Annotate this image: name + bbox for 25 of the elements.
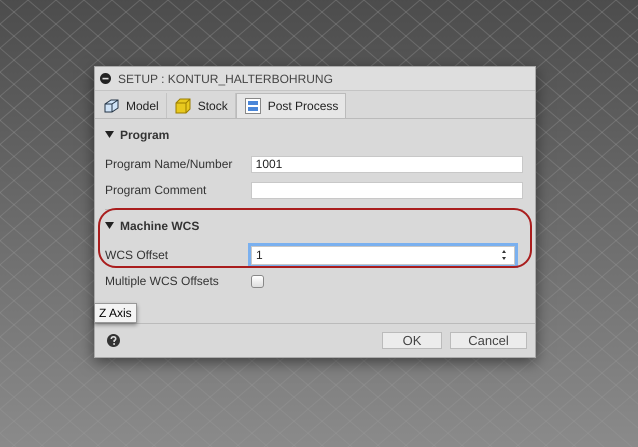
section-title: Machine WCS [120,218,200,235]
gcode-icon [244,97,262,115]
ok-button[interactable]: OK [382,332,442,349]
tooltip: Z Axis [94,303,137,323]
close-icon[interactable] [100,73,111,84]
cancel-button[interactable]: Cancel [450,332,527,349]
input-field[interactable] [250,182,523,198]
collapse-icon[interactable] [105,131,114,139]
tab[interactable]: Post Process [236,93,346,118]
spinner-arrows-icon[interactable] [500,248,508,262]
field-label: Program Comment [105,182,208,199]
cube-icon [102,96,120,114]
field-label: Multiple WCS Offsets [105,273,220,290]
checkbox[interactable] [251,274,264,288]
spinner-field[interactable]: 1 [251,246,515,264]
tab[interactable]: Stock [166,93,236,118]
input-field[interactable]: 1001 [250,156,523,172]
help-icon[interactable] [107,334,120,347]
section-title: Program [120,127,170,144]
field-label: Program Name/Number [105,156,234,173]
field-label: WCS Offset [105,247,170,264]
window-title: SETUP : KONTUR_HALTERBOHRUNG [118,70,333,88]
box-icon [174,96,192,114]
collapse-icon[interactable] [105,222,114,230]
tab[interactable]: Model [95,93,167,118]
